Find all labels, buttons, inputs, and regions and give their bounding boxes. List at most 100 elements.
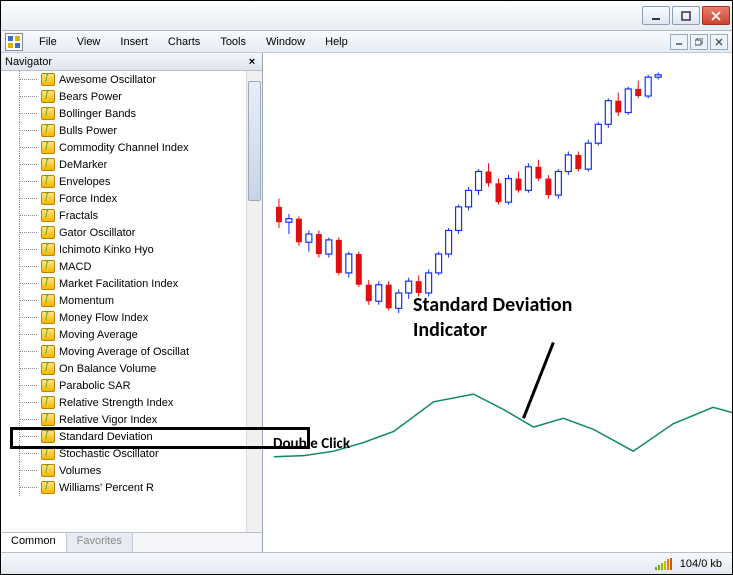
indicator-item[interactable]: Fractals	[1, 207, 246, 224]
indicator-label: Relative Vigor Index	[59, 414, 157, 426]
indicator-label: Bears Power	[59, 91, 122, 103]
mdi-restore-button[interactable]	[690, 34, 708, 50]
indicator-icon	[41, 73, 55, 86]
menu-insert[interactable]: Insert	[110, 33, 158, 51]
indicator-item[interactable]: Bears Power	[1, 88, 246, 105]
indicator-label: Volumes	[59, 465, 101, 477]
indicator-label: On Balance Volume	[59, 363, 156, 375]
indicator-item[interactable]: Envelopes	[1, 173, 246, 190]
statusbar: 104/0 kb	[1, 552, 732, 574]
indicator-icon	[41, 379, 55, 392]
indicator-label: Force Index	[59, 193, 117, 205]
indicator-item[interactable]: Stochastic Oscillator	[1, 445, 246, 462]
indicator-icon	[41, 124, 55, 137]
indicator-item[interactable]: Bulls Power	[1, 122, 246, 139]
indicator-item[interactable]: DeMarker	[1, 156, 246, 173]
mdi-close-button[interactable]	[710, 34, 728, 50]
indicator-item[interactable]: Money Flow Index	[1, 309, 246, 326]
indicator-item[interactable]: Standard Deviation	[1, 428, 246, 445]
indicator-item[interactable]: On Balance Volume	[1, 360, 246, 377]
navigator-panel: Navigator × Awesome Oscillator Bears Powe…	[1, 53, 263, 552]
indicator-icon	[41, 158, 55, 171]
window-maximize-button[interactable]	[672, 6, 700, 25]
indicator-label: Fractals	[59, 210, 98, 222]
annotation-double-click: Double Click	[273, 435, 350, 453]
indicator-icon	[41, 226, 55, 239]
indicator-item[interactable]: Force Index	[1, 190, 246, 207]
navigator-close-icon[interactable]: ×	[246, 56, 258, 68]
indicator-item[interactable]: Relative Strength Index	[1, 394, 246, 411]
indicator-item[interactable]: Moving Average of Oscillat	[1, 343, 246, 360]
indicator-icon	[41, 107, 55, 120]
scrollbar-thumb[interactable]	[248, 81, 261, 201]
indicator-icon	[41, 209, 55, 222]
annotation-title-line1: Standard Deviation	[413, 293, 572, 317]
indicator-icon	[41, 90, 55, 103]
window-minimize-button[interactable]	[642, 6, 670, 25]
indicator-icon	[41, 260, 55, 273]
menu-file[interactable]: File	[29, 33, 67, 51]
indicator-item[interactable]: Ichimoto Kinko Hyo	[1, 241, 246, 258]
indicator-item[interactable]: Relative Vigor Index	[1, 411, 246, 428]
workspace: Navigator × Awesome Oscillator Bears Powe…	[1, 53, 732, 552]
mdi-controls	[668, 34, 732, 50]
indicator-item[interactable]: Momentum	[1, 292, 246, 309]
mdi-minimize-button[interactable]	[670, 34, 688, 50]
indicator-icon	[41, 175, 55, 188]
indicator-label: Standard Deviation	[59, 431, 153, 443]
indicator-icon	[41, 192, 55, 205]
indicator-label: Market Facilitation Index	[59, 278, 178, 290]
indicator-item[interactable]: Parabolic SAR	[1, 377, 246, 394]
indicator-label: Envelopes	[59, 176, 110, 188]
indicator-item[interactable]: Bollinger Bands	[1, 105, 246, 122]
indicator-item[interactable]: Awesome Oscillator	[1, 71, 246, 88]
chart-area[interactable]: Standard Deviation Indicator Double Clic…	[263, 53, 732, 552]
indicator-icon	[41, 464, 55, 477]
indicator-label: Money Flow Index	[59, 312, 148, 324]
indicator-icon	[41, 345, 55, 358]
indicator-label: Relative Strength Index	[59, 397, 173, 409]
indicator-tree[interactable]: Awesome Oscillator Bears Power Bollinger B…	[1, 71, 246, 532]
tab-common[interactable]: Common	[1, 533, 67, 552]
indicator-label: Ichimoto Kinko Hyo	[59, 244, 154, 256]
indicator-item[interactable]: Volumes	[1, 462, 246, 479]
indicator-icon	[41, 396, 55, 409]
tree-scrollbar[interactable]	[246, 71, 262, 532]
navigator-title: Navigator	[5, 56, 52, 68]
indicator-icon	[41, 430, 55, 443]
indicator-icon	[41, 328, 55, 341]
indicator-icon	[41, 294, 55, 307]
navigator-tabs: Common Favorites	[1, 532, 262, 552]
indicator-label: Gator Oscillator	[59, 227, 135, 239]
status-text: 104/0 kb	[680, 558, 722, 570]
indicator-item[interactable]: MACD	[1, 258, 246, 275]
indicator-label: Williams' Percent R	[59, 482, 154, 494]
menu-view[interactable]: View	[67, 33, 111, 51]
navigator-titlebar: Navigator ×	[1, 53, 262, 71]
menu-tools[interactable]: Tools	[210, 33, 256, 51]
indicator-icon	[41, 277, 55, 290]
annotation-title-line2: Indicator	[413, 318, 487, 342]
indicator-label: Commodity Channel Index	[59, 142, 189, 154]
indicator-label: DeMarker	[59, 159, 107, 171]
tab-favorites[interactable]: Favorites	[67, 533, 133, 552]
menu-charts[interactable]: Charts	[158, 33, 210, 51]
app-icon	[5, 33, 23, 51]
indicator-item[interactable]: Market Facilitation Index	[1, 275, 246, 292]
indicator-label: Bulls Power	[59, 125, 117, 137]
indicator-label: Stochastic Oscillator	[59, 448, 159, 460]
indicator-item[interactable]: Moving Average	[1, 326, 246, 343]
indicator-item[interactable]: Gator Oscillator	[1, 224, 246, 241]
menu-help[interactable]: Help	[315, 33, 358, 51]
indicator-label: Moving Average	[59, 329, 138, 341]
menubar: FileViewInsertChartsToolsWindowHelp	[1, 31, 732, 53]
indicator-label: MACD	[59, 261, 91, 273]
indicator-icon	[41, 311, 55, 324]
menu-window[interactable]: Window	[256, 33, 315, 51]
indicator-item[interactable]: Williams' Percent R	[1, 479, 246, 496]
indicator-label: Parabolic SAR	[59, 380, 131, 392]
indicator-item[interactable]: Commodity Channel Index	[1, 139, 246, 156]
window-close-button[interactable]	[702, 6, 730, 25]
indicator-icon	[41, 243, 55, 256]
indicator-label: Moving Average of Oscillat	[59, 346, 189, 358]
